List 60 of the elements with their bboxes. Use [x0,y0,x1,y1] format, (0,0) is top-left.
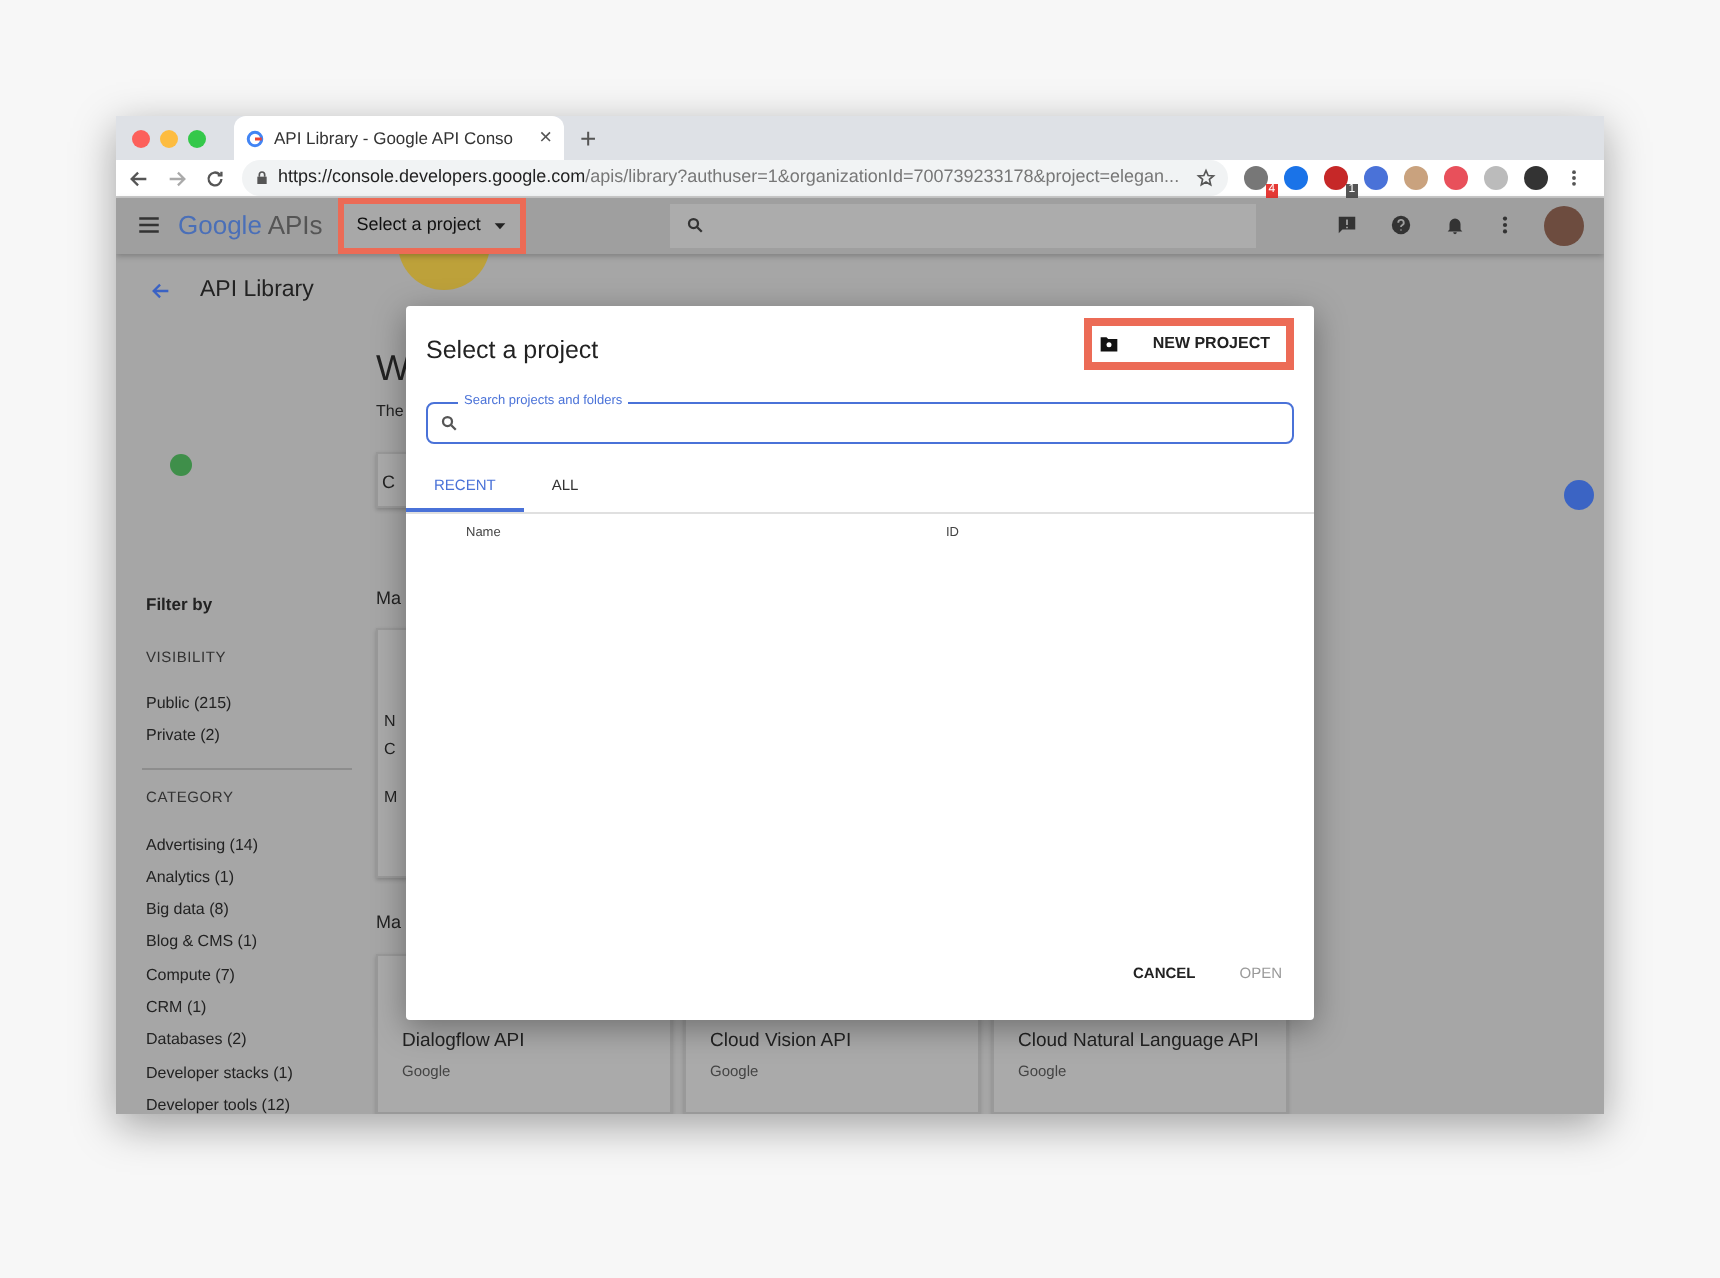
extension-icon[interactable] [1403,166,1428,190]
star-icon[interactable] [1195,168,1216,188]
notifications-icon[interactable] [1444,214,1466,237]
help-icon[interactable] [1390,214,1412,237]
dialog-title: Select a project [426,333,599,368]
browser-tab[interactable]: API Library - Google API Conso × [234,116,564,160]
filter-option[interactable]: Databases (2) [146,1024,376,1058]
card-text: M [384,786,400,810]
section-heading: Ma [376,585,402,611]
filter-heading: Filter by [146,591,215,617]
reload-icon[interactable] [204,167,226,189]
card-text: N [384,710,398,734]
tab-title: API Library - Google API Conso [274,125,516,151]
page-title: API Library [200,275,314,305]
avatar-icon[interactable] [1523,166,1548,190]
card-text: C [384,738,398,762]
filter-option[interactable]: Compute (7) [146,959,376,993]
avatar[interactable] [1544,205,1584,246]
window-control-dot[interactable] [132,129,150,147]
dot-decoration [1564,479,1594,509]
menu-icon[interactable] [136,212,162,239]
forward-icon[interactable] [166,167,188,189]
caret-icon [492,217,509,234]
back-arrow-icon[interactable] [150,279,172,302]
api-card[interactable]: N C M [376,628,408,878]
back-icon[interactable] [128,167,150,189]
folder-icon [1098,334,1121,354]
filter-option[interactable]: Private (2) [146,720,376,753]
filter-option[interactable]: CRM (1) [146,992,376,1025]
lock-icon [254,170,270,186]
tab-close-button[interactable]: × [539,127,552,149]
google-logo-icon [246,129,264,147]
dot-decoration [170,453,192,475]
section-heading: Ma [376,910,402,936]
subtitle-text: The [376,399,404,423]
filter-option[interactable]: Analytics (1) [146,861,376,895]
filter-option[interactable]: Advertising (14) [146,829,376,862]
api-name: Dialogflow API [402,1027,527,1055]
filter-option[interactable]: Blog & CMS (1) [146,926,376,960]
filter-option[interactable]: Public (215) [146,687,376,721]
search-icon [440,414,458,432]
extension-icon[interactable] [1443,166,1468,190]
filter-option[interactable]: Developer tools (12) [146,1089,376,1114]
url-text: https://console.developers.google.com/apis/library?authuser=1&organizationId=700739233178&project=elegan... [278,164,1180,191]
project-selector[interactable]: Select a project [338,198,527,253]
extension-icon[interactable] [1323,166,1348,190]
new-tab-button[interactable]: + [580,124,597,152]
filter-option[interactable]: Developer stacks (1) [146,1057,376,1090]
search-icon [686,216,705,235]
window-control-dot[interactable] [160,129,178,147]
extension-icon[interactable] [1243,166,1268,190]
window-control-dot[interactable] [188,129,206,147]
api-name: Cloud Vision API [710,1027,854,1055]
extension-icon[interactable] [1283,166,1308,190]
feedback-icon[interactable] [1336,214,1358,237]
extension-icon[interactable] [1363,166,1388,190]
api-name: Cloud Natural Language API [1018,1027,1261,1055]
new-project-button[interactable]: NEW PROJECT [1084,318,1294,370]
filter-option[interactable]: Big data (8) [146,894,376,927]
address-bar[interactable]: https://console.developers.google.com/apis/library?authuser=1&organizationId=700739233178&project=elegan... [242,160,1228,196]
